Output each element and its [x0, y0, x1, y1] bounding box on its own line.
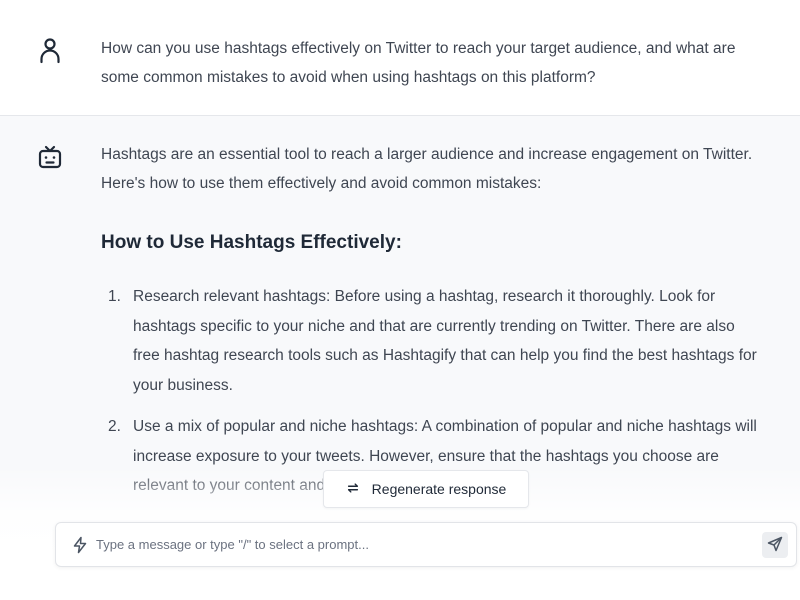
- list-item-text: Research relevant hashtags: Before using…: [133, 288, 757, 394]
- send-button[interactable]: [762, 532, 788, 558]
- regenerate-response-button[interactable]: Regenerate response: [323, 470, 529, 508]
- user-message-text: How can you use hashtags effectively on …: [101, 40, 736, 86]
- section-heading: How to Use Hashtags Effectively:: [101, 232, 402, 253]
- message-input[interactable]: [96, 523, 746, 566]
- refresh-icon: [346, 481, 360, 498]
- message-composer: [55, 522, 797, 567]
- regenerate-label: Regenerate response: [371, 481, 507, 497]
- assistant-intro-text: Hashtags are an essential tool to reach …: [101, 146, 753, 192]
- robot-icon: [36, 144, 64, 172]
- user-icon: [36, 36, 64, 64]
- user-message: How can you use hashtags effectively on …: [0, 0, 800, 116]
- bolt-icon[interactable]: [71, 536, 89, 554]
- list-item-number: 1.: [108, 288, 121, 305]
- list-item: 1. Research relevant hashtags: Before us…: [101, 282, 761, 400]
- list-item-number: 2.: [108, 418, 121, 435]
- send-icon: [767, 536, 783, 555]
